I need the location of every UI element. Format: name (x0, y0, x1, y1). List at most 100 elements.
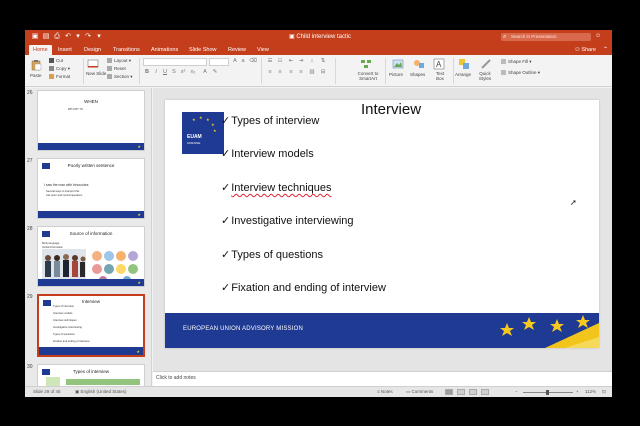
slide-editor[interactable]: Interview ★ ★ ★ ★ ★ EUAM UKRAINE ✓Types … (153, 88, 612, 371)
layout-button[interactable]: Layout ▾ (107, 58, 131, 64)
shape-fill-button[interactable]: Shape Fill ▾ (501, 59, 532, 65)
slide-thumbnail-26[interactable]: WHEN WITH BY TO ★ (37, 90, 145, 151)
tab-slide-show[interactable]: Slide Show (185, 45, 221, 55)
slide-sorter-button[interactable] (457, 389, 465, 395)
slide-thumbnail-29[interactable]: Interview Types of interview Interview m… (37, 294, 145, 357)
columns-icon[interactable]: ▥ (308, 69, 316, 76)
star-icon: ★ (213, 128, 217, 133)
new-slide-button[interactable]: New Slide (86, 71, 106, 76)
strikethrough-icon[interactable]: S (170, 69, 178, 76)
zoom-in-icon[interactable]: + (576, 389, 579, 395)
shapes-button[interactable]: Shapes (410, 72, 425, 78)
grow-font-icon[interactable]: A (231, 58, 239, 65)
tab-review[interactable]: Review (224, 45, 250, 55)
language-status[interactable]: ▣ English (United States) (75, 389, 127, 395)
fit-slide-icon[interactable]: ⊡ (602, 389, 606, 395)
current-slide[interactable]: Interview ★ ★ ★ ★ ★ EUAM UKRAINE ✓Types … (165, 100, 599, 348)
bullet-item[interactable]: ✓Fixation and ending of interview (221, 281, 386, 295)
new-slide-icon[interactable] (87, 58, 99, 70)
save-icon[interactable]: ▤ (42, 33, 50, 41)
tab-design[interactable]: Design (80, 45, 105, 55)
justify-icon[interactable]: ≡ (297, 69, 305, 76)
picture-button[interactable]: Picture (389, 72, 403, 78)
tab-home[interactable]: Home (29, 45, 52, 55)
decrease-indent-icon[interactable]: ⇤ (287, 58, 295, 65)
redo-icon[interactable]: ↷ (84, 33, 92, 41)
share-button[interactable]: ⚇ Share (575, 45, 596, 55)
smartart-icon[interactable] (360, 58, 372, 70)
text-direction-icon[interactable]: ⇅ (319, 58, 327, 65)
paste-label[interactable]: Paste (30, 73, 42, 79)
slide-thumbnail-30[interactable]: Types of interview (37, 364, 145, 386)
collapse-ribbon-icon[interactable]: ⌃ (603, 45, 608, 55)
superscript-icon[interactable]: x² (179, 69, 187, 76)
tab-animations[interactable]: Animations (147, 45, 182, 55)
align-center-icon[interactable]: ≡ (276, 69, 284, 76)
subscript-icon[interactable]: x₂ (189, 69, 197, 76)
font-size-field[interactable] (209, 58, 229, 66)
format-painter-button[interactable]: Format (49, 74, 70, 80)
bullet-item[interactable]: ✓Types of interview (221, 114, 319, 128)
customize-toolbar-icon[interactable]: ▾ (95, 33, 103, 41)
bullet-item[interactable]: ✓Interview models (221, 147, 314, 161)
convert-smartart-button[interactable]: Convert to SmartArt (355, 71, 381, 81)
slideshow-view-button[interactable] (481, 389, 489, 395)
align-left-icon[interactable]: ≡ (266, 69, 274, 76)
bullet-item[interactable]: ✓Investigative interviewing (221, 214, 354, 228)
slide-thumbnails-panel[interactable]: 26 WHEN WITH BY TO ★ 27 Poorly written s… (25, 88, 152, 386)
section-button[interactable]: Section ▾ (107, 74, 133, 80)
undo-dropdown-icon[interactable]: ▾ (74, 33, 82, 41)
search-input[interactable]: ⌕ Search in Presentation (501, 33, 591, 41)
copy-button[interactable]: Copy ▾ (49, 66, 70, 72)
notes-toggle[interactable]: ≡ Notes (377, 389, 393, 395)
bullets-icon[interactable]: ☰ (266, 58, 274, 65)
numbering-icon[interactable]: ☷ (276, 58, 284, 65)
clear-format-icon[interactable]: ⌫ (249, 58, 257, 65)
copy-icon (49, 66, 54, 72)
bold-icon[interactable]: B (143, 69, 151, 76)
zoom-slider-handle[interactable] (546, 390, 549, 395)
paste-icon[interactable] (30, 59, 42, 71)
shrink-font-icon[interactable]: a (239, 58, 247, 65)
app-icon[interactable]: ▣ (31, 33, 39, 41)
font-name-field[interactable] (143, 58, 207, 66)
text-box-icon[interactable]: A (433, 58, 445, 70)
notes-pane[interactable]: Click to add notes (153, 371, 612, 386)
comments-toggle[interactable]: ▭ Comments (406, 389, 433, 395)
bullet-item[interactable]: ✓Types of questions (221, 248, 323, 262)
tab-transitions[interactable]: Transitions (109, 45, 144, 55)
print-icon[interactable]: ⎙ (53, 33, 61, 41)
text-box-button[interactable]: Text Box (433, 71, 447, 81)
zoom-out-icon[interactable]: − (515, 389, 518, 395)
underline-icon[interactable]: U (161, 69, 169, 76)
picture-icon[interactable] (392, 58, 404, 70)
bullet-item[interactable]: ✓Interview techniques (221, 181, 332, 195)
thumbnail-text: I saw the man with binoculars (44, 183, 89, 187)
shapes-icon[interactable] (413, 58, 425, 70)
reset-button[interactable]: Reset (107, 66, 126, 72)
quick-styles-icon[interactable] (480, 58, 492, 70)
tab-view[interactable]: View (253, 45, 273, 55)
cut-button[interactable]: Cut (49, 58, 63, 64)
zoom-level[interactable]: 112% (585, 389, 596, 395)
quick-styles-button[interactable]: Quick Styles (477, 71, 493, 81)
undo-icon[interactable]: ↶ (64, 33, 72, 41)
help-icon[interactable]: ☺ (595, 33, 604, 41)
line-spacing-icon[interactable]: ↕ (308, 58, 316, 65)
normal-view-button[interactable] (445, 389, 453, 395)
slide-title[interactable]: Interview (361, 100, 421, 120)
reading-view-button[interactable] (469, 389, 477, 395)
increase-indent-icon[interactable]: ⇥ (297, 58, 305, 65)
slide-thumbnail-28[interactable]: Source of information Body language Verb… (37, 226, 145, 287)
arrange-button[interactable]: Arrange (455, 72, 471, 78)
arrange-icon[interactable] (458, 58, 470, 70)
shape-outline-button[interactable]: Shape Outline ▾ (501, 70, 540, 76)
highlight-icon[interactable]: ✎ (211, 69, 219, 76)
font-color-icon[interactable]: A (201, 69, 209, 76)
align-text-icon[interactable]: ⊟ (319, 69, 327, 76)
thumbnail-title: WHEN (84, 99, 98, 104)
align-right-icon[interactable]: ≡ (287, 69, 295, 76)
tab-insert[interactable]: Insert (54, 45, 76, 55)
italic-icon[interactable]: I (152, 69, 160, 76)
slide-thumbnail-27[interactable]: Poorly written sentence I saw the man wi… (37, 158, 145, 219)
